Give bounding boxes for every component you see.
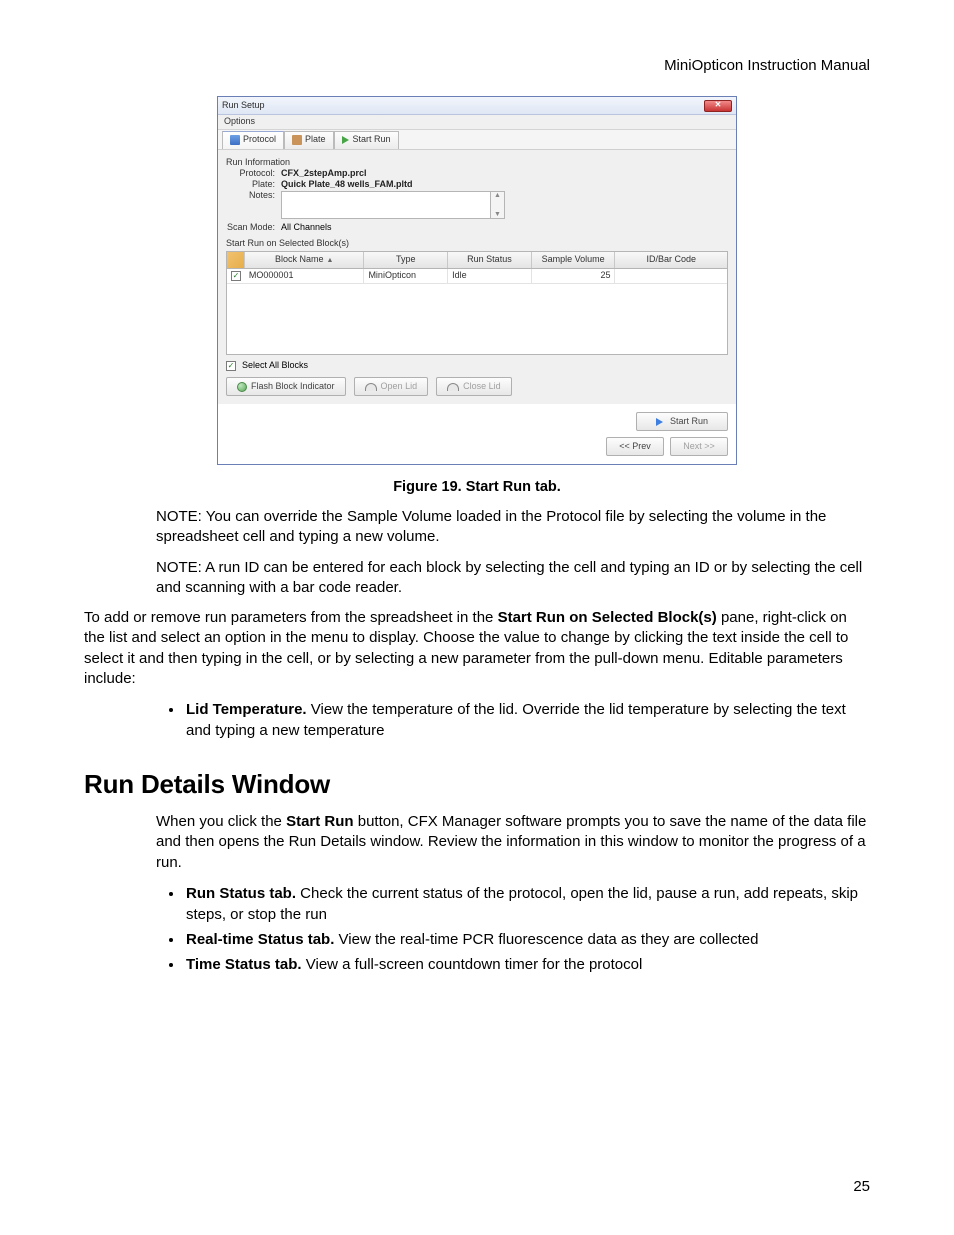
- col-id-barcode[interactable]: ID/Bar Code: [615, 252, 727, 268]
- tab-plate-label: Plate: [305, 135, 326, 145]
- col-block-name[interactable]: Block Name▲: [245, 252, 365, 268]
- window-title: Run Setup: [222, 101, 265, 111]
- lid-close-icon: [447, 383, 459, 391]
- figure-caption: Figure 19. Start Run tab.: [84, 479, 870, 495]
- tab-plate[interactable]: Plate: [284, 131, 334, 149]
- list-item: Real-time Status tab. View the real-time…: [184, 929, 870, 950]
- tab-protocol-label: Protocol: [243, 135, 276, 145]
- close-lid-button[interactable]: Close Lid: [436, 377, 512, 396]
- bullet-list-2: Run Status tab. Check the current status…: [184, 883, 870, 975]
- paragraph-2: When you click the Start Run button, CFX…: [156, 812, 870, 873]
- start-run-button[interactable]: Start Run: [636, 412, 728, 431]
- select-all-checkbox[interactable]: ✓: [226, 361, 236, 371]
- tab-start-run[interactable]: Start Run: [334, 131, 399, 149]
- select-all-label: Select All Blocks: [242, 361, 308, 371]
- page-number: 25: [853, 1178, 870, 1195]
- col-type[interactable]: Type: [364, 252, 448, 268]
- table-row[interactable]: ✓ MO000001 MiniOpticon Idle 25: [227, 269, 727, 284]
- list-item: Lid Temperature. View the temperature of…: [184, 699, 870, 741]
- cell-type[interactable]: MiniOpticon: [364, 269, 448, 283]
- flash-block-button[interactable]: Flash Block Indicator: [226, 377, 346, 396]
- run-info-title: Run Information: [226, 158, 728, 168]
- sort-asc-icon: ▲: [326, 257, 333, 264]
- paragraph-1: To add or remove run parameters from the…: [84, 608, 870, 689]
- plate-icon: [292, 135, 302, 145]
- next-button[interactable]: Next >>: [670, 437, 728, 456]
- prev-button[interactable]: << Prev: [606, 437, 664, 456]
- cell-id-barcode[interactable]: [615, 269, 727, 283]
- open-lid-button[interactable]: Open Lid: [354, 377, 429, 396]
- protocol-label: Protocol:: [226, 169, 281, 179]
- blocks-section-title: Start Run on Selected Block(s): [226, 239, 728, 249]
- scan-mode-label: Scan Mode:: [226, 223, 281, 233]
- blocks-grid: Block Name▲ Type Run Status Sample Volum…: [226, 251, 728, 355]
- grid-empty-area: [227, 284, 727, 354]
- plate-value: Quick Plate_48 wells_FAM.pltd: [281, 180, 413, 190]
- page-header: MiniOpticon Instruction Manual: [84, 57, 870, 74]
- grid-corner: [227, 252, 245, 268]
- close-icon[interactable]: ✕: [704, 100, 732, 112]
- list-item: Time Status tab. View a full-screen coun…: [184, 954, 870, 975]
- tab-strip: Protocol Plate Start Run: [218, 130, 736, 150]
- tab-protocol[interactable]: Protocol: [222, 131, 284, 149]
- notes-label: Notes:: [226, 191, 281, 219]
- led-icon: [237, 382, 247, 392]
- list-item: Run Status tab. Check the current status…: [184, 883, 870, 925]
- cell-block-name[interactable]: MO000001: [245, 269, 365, 283]
- window-footer: Start Run << Prev Next >>: [218, 404, 736, 464]
- row-checkbox[interactable]: ✓: [227, 269, 245, 283]
- menu-bar[interactable]: Options: [218, 115, 736, 130]
- protocol-value: CFX_2stepAmp.prcl: [281, 169, 367, 179]
- grid-header: Block Name▲ Type Run Status Sample Volum…: [227, 252, 727, 269]
- tab-start-run-label: Start Run: [353, 135, 391, 145]
- col-run-status[interactable]: Run Status: [448, 252, 532, 268]
- chart-icon: [230, 135, 240, 145]
- play-blue-icon: [656, 418, 663, 426]
- note-2: NOTE: A run ID can be entered for each b…: [156, 558, 870, 599]
- window-body: Run Information Protocol: CFX_2stepAmp.p…: [218, 150, 736, 404]
- col-sample-volume[interactable]: Sample Volume: [532, 252, 616, 268]
- note-1: NOTE: You can override the Sample Volume…: [156, 507, 870, 548]
- scan-mode-value: All Channels: [281, 223, 332, 233]
- cell-sample-volume[interactable]: 25: [532, 269, 616, 283]
- bullet-list-1: Lid Temperature. View the temperature of…: [184, 699, 870, 741]
- run-setup-window: Run Setup ✕ Options Protocol Plate Start…: [217, 96, 737, 465]
- notes-scrollbar[interactable]: ▲▼: [491, 191, 505, 219]
- titlebar[interactable]: Run Setup ✕: [218, 97, 736, 115]
- section-heading: Run Details Window: [84, 769, 870, 800]
- play-icon: [342, 136, 349, 144]
- cell-run-status[interactable]: Idle: [448, 269, 532, 283]
- plate-label: Plate:: [226, 180, 281, 190]
- lid-open-icon: [365, 383, 377, 391]
- notes-input[interactable]: [281, 191, 491, 219]
